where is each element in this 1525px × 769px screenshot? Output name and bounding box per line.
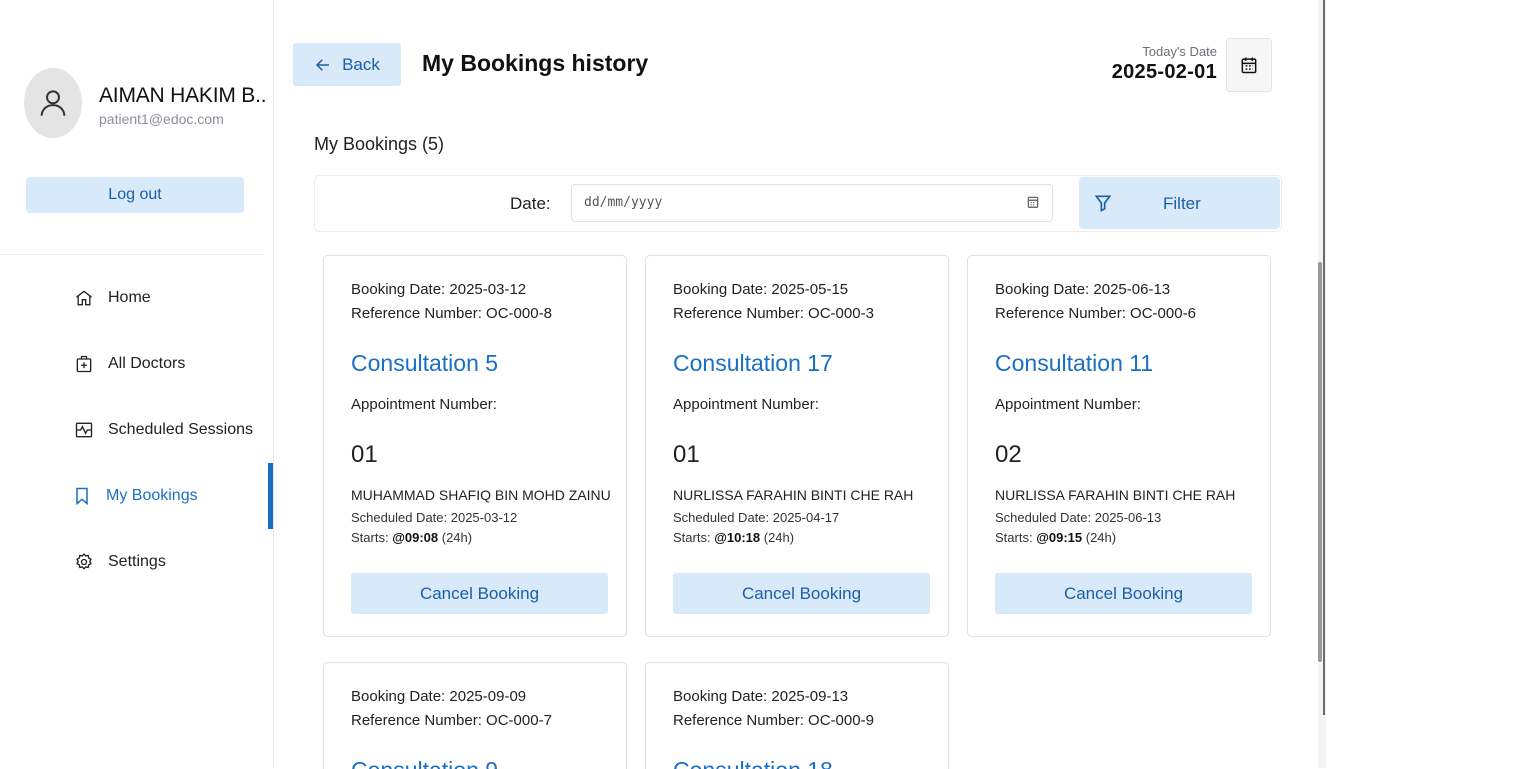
sidebar-item-my-bookings[interactable]: My Bookings (0, 463, 273, 529)
doctor-name: MUHAMMAD SHAFIQ BIN MOHD ZAINU (351, 487, 611, 503)
filter-label: Filter (1163, 194, 1201, 213)
booking-card: Booking Date: 2025-09-09 Reference Numbe… (323, 662, 627, 769)
scrollbar-thumb[interactable] (1318, 262, 1322, 662)
date-label: Date: (510, 194, 551, 213)
calendar-icon[interactable] (1026, 195, 1040, 209)
reference-number: Reference Number: OC-000-8 (351, 305, 552, 322)
booking-date: Booking Date: 2025-09-13 (673, 688, 849, 705)
booking-card: Booking Date: 2025-09-13 Reference Numbe… (645, 662, 949, 769)
sidebar-item-label: All Doctors (108, 355, 186, 372)
arrow-left-icon (316, 58, 330, 71)
start-time: Starts: @09:15 (24h) (995, 530, 1117, 545)
date-placeholder: dd/mm/yyyy (584, 195, 663, 210)
user-email: patient1@edoc.com (99, 111, 224, 127)
booking-date: Booking Date: 2025-05-15 (673, 281, 849, 298)
reference-number: Reference Number: OC-000-9 (673, 712, 874, 729)
sidebar-item-label: My Bookings (106, 487, 198, 504)
today-date-value: 2025-02-01 (1111, 61, 1217, 83)
scheduled-date: Scheduled Date: 2025-03-12 (351, 510, 518, 525)
filter-bar: Date: dd/mm/yyyy Filter (314, 175, 1282, 232)
scrollbar-edge (1323, 0, 1325, 715)
logout-button[interactable]: Log out (26, 177, 244, 213)
cancel-booking-button[interactable]: Cancel Booking (673, 573, 930, 614)
user-name: AIMAN HAKIM B.. (99, 84, 267, 107)
booking-card: Booking Date: 2025-03-12 Reference Numbe… (323, 255, 627, 637)
appointment-label: Appointment Number: (351, 396, 497, 413)
home-icon (73, 287, 95, 309)
user-profile: AIMAN HAKIM B.. patient1@edoc.com (24, 68, 269, 138)
scheduled-date: Scheduled Date: 2025-04-17 (673, 510, 840, 525)
back-button[interactable]: Back (293, 43, 401, 86)
session-title: Consultation 17 (673, 350, 833, 376)
cancel-booking-button[interactable]: Cancel Booking (351, 573, 608, 614)
calendar-icon (1241, 57, 1257, 74)
sidebar-item-label: Home (108, 289, 151, 306)
appointment-number: 02 (995, 441, 1022, 468)
booking-date: Booking Date: 2025-03-12 (351, 281, 527, 298)
user-icon (40, 90, 66, 116)
sidebar-item-home[interactable]: Home (0, 265, 273, 331)
page-title: My Bookings history (422, 50, 649, 76)
reference-number: Reference Number: OC-000-6 (995, 305, 1196, 322)
filter-button[interactable]: Filter (1079, 177, 1280, 229)
sidebar: AIMAN HAKIM B.. patient1@edoc.com Log ou… (0, 0, 274, 768)
appointment-label: Appointment Number: (995, 396, 1141, 413)
booking-date: Booking Date: 2025-06-13 (995, 281, 1171, 298)
reference-number: Reference Number: OC-000-7 (351, 712, 552, 729)
doctor-name: NURLISSA FARAHIN BINTI CHE RAH (995, 487, 1236, 503)
scheduled-date: Scheduled Date: 2025-06-13 (995, 510, 1162, 525)
sidebar-item-all-doctors[interactable]: All Doctors (0, 331, 273, 397)
cancel-booking-button[interactable]: Cancel Booking (995, 573, 1252, 614)
session-title: Consultation 18 (673, 757, 833, 769)
date-input[interactable]: dd/mm/yyyy (571, 184, 1053, 222)
calendar-button[interactable] (1226, 38, 1272, 92)
start-time: Starts: @10:18 (24h) (673, 530, 795, 545)
sidebar-item-label: Scheduled Sessions (108, 421, 253, 438)
sidebar-item-label: Settings (108, 553, 166, 570)
avatar (24, 68, 82, 138)
reference-number: Reference Number: OC-000-3 (673, 305, 874, 322)
bookmark-icon (71, 485, 93, 507)
doctor-icon (73, 353, 95, 375)
section-title: My Bookings (5) (314, 134, 445, 154)
sidebar-item-settings[interactable]: Settings (0, 529, 273, 595)
booking-card: Booking Date: 2025-05-15 Reference Numbe… (645, 255, 949, 637)
sessions-icon (73, 419, 95, 441)
appointment-label: Appointment Number: (673, 396, 819, 413)
session-title: Consultation 11 (995, 350, 1154, 376)
filter-icon (1094, 195, 1112, 212)
session-title: Consultation 5 (351, 350, 499, 376)
appointment-number: 01 (351, 441, 378, 468)
back-label: Back (342, 54, 380, 74)
booking-date: Booking Date: 2025-09-09 (351, 688, 527, 705)
appointment-number: 01 (673, 441, 700, 468)
today-date-label: Today's Date (1142, 44, 1217, 59)
gear-icon (73, 551, 95, 573)
divider (0, 254, 264, 255)
session-title: Consultation 9 (351, 757, 498, 769)
doctor-name: NURLISSA FARAHIN BINTI CHE RAH (673, 487, 914, 503)
sidebar-item-scheduled-sessions[interactable]: Scheduled Sessions (0, 397, 273, 463)
start-time: Starts: @09:08 (24h) (351, 530, 473, 545)
booking-card: Booking Date: 2025-06-13 Reference Numbe… (967, 255, 1271, 637)
active-indicator (268, 463, 273, 529)
